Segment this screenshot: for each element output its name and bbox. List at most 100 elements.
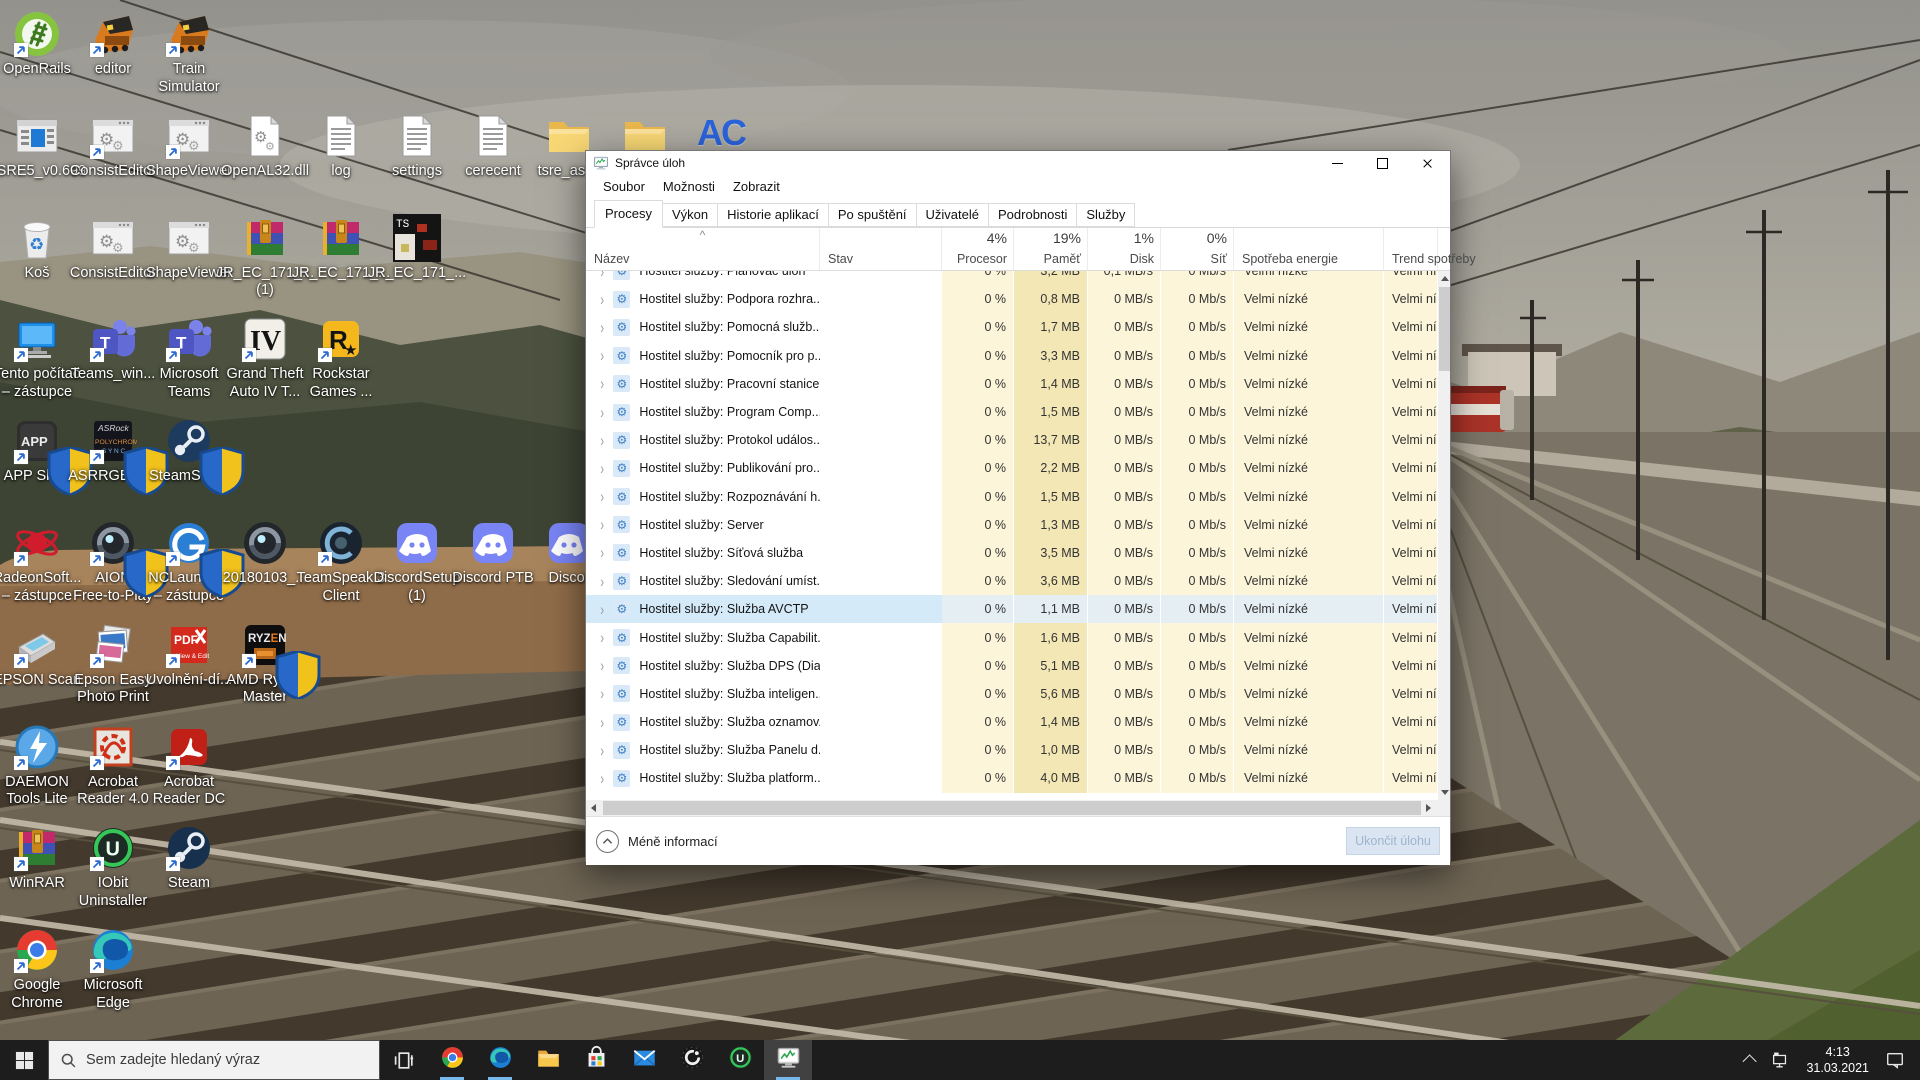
tab-podrobnosti[interactable]: Podrobnosti — [988, 203, 1077, 227]
process-name-cell[interactable]: › ⚙ Hostitel služby: Podpora rozhra... — [586, 285, 820, 313]
expand-chevron-icon[interactable]: › — [600, 346, 604, 365]
process-row[interactable]: › ⚙ Hostitel služby: Služba AVCTP 0 % 1,… — [586, 595, 1438, 623]
process-name-cell[interactable]: › ⚙ Hostitel služby: Publikování pro... — [586, 454, 820, 482]
taskbar-app-edge[interactable] — [476, 1040, 524, 1080]
horizontal-scrollbar[interactable] — [586, 800, 1450, 816]
column-header-spot-eba-energie[interactable]: Spotřeba energie — [1234, 228, 1384, 270]
scrollbar-thumb[interactable] — [1439, 287, 1450, 371]
process-row[interactable]: › ⚙ Hostitel služby: Služba Panelu d... … — [586, 736, 1438, 764]
process-row[interactable]: › ⚙ Hostitel služby: Protokol událos... … — [586, 426, 1438, 454]
expand-chevron-icon[interactable]: › — [600, 656, 604, 675]
expand-chevron-icon[interactable]: › — [600, 628, 604, 647]
tab-služby[interactable]: Služby — [1076, 203, 1135, 227]
taskbar-app-iobit-tb[interactable]: U — [716, 1040, 764, 1080]
desktop-icon-acrobat[interactable]: Acrobat Reader DC — [139, 723, 239, 809]
expand-chevron-icon[interactable]: › — [600, 600, 604, 619]
maximize-button[interactable] — [1360, 151, 1405, 175]
menu-soubor[interactable]: Soubor — [594, 177, 654, 196]
desktop-icon-steamsetup[interactable]: SteamSetup — [139, 417, 239, 486]
tab-po-spuštění[interactable]: Po spuštění — [828, 203, 917, 227]
process-row[interactable]: › ⚙ Hostitel služby: Plánovač úloh 0 % 3… — [586, 271, 1438, 285]
process-name-cell[interactable]: › ⚙ Hostitel služby: Rozpoznávání h... — [586, 483, 820, 511]
expand-chevron-icon[interactable]: › — [600, 318, 604, 337]
expand-chevron-icon[interactable]: › — [600, 685, 604, 704]
scroll-right-icon[interactable] — [1426, 804, 1431, 812]
process-name-cell[interactable]: › ⚙ Hostitel služby: Služba inteligen... — [586, 680, 820, 708]
process-name-cell[interactable]: › ⚙ Hostitel služby: Služba Panelu d... — [586, 736, 820, 764]
menu-mo-nosti[interactable]: Možnosti — [654, 177, 724, 196]
process-row[interactable]: › ⚙ Hostitel služby: Rozpoznávání h... 0… — [586, 483, 1438, 511]
desktop-icon-train[interactable]: Train Simulator — [139, 10, 239, 96]
process-name-cell[interactable]: › ⚙ Hostitel služby: Pomocník pro p... — [586, 342, 820, 370]
expand-chevron-icon[interactable]: › — [600, 459, 604, 478]
desktop-icon-amd-ryzen[interactable]: RYZENAMD Ryzen Master — [215, 621, 315, 707]
expand-chevron-icon[interactable]: › — [600, 769, 604, 788]
tab-historie-aplikací[interactable]: Historie aplikací — [717, 203, 829, 227]
expand-chevron-icon[interactable]: › — [600, 572, 604, 591]
hscrollbar-thumb[interactable] — [603, 801, 1421, 815]
process-row[interactable]: › ⚙ Hostitel služby: Publikování pro... … — [586, 454, 1438, 482]
action-center-button[interactable] — [1878, 1040, 1912, 1080]
process-name-cell[interactable]: › ⚙ Hostitel služby: Síťová služba — [586, 539, 820, 567]
process-name-cell[interactable]: › ⚙ Hostitel služby: Program Comp... — [586, 398, 820, 426]
process-name-cell[interactable]: › ⚙ Hostitel služby: Sledování umíst... — [586, 567, 820, 595]
expand-chevron-icon[interactable]: › — [600, 403, 604, 422]
vertical-scrollbar[interactable] — [1438, 271, 1450, 800]
taskbar-app-gauge[interactable] — [668, 1040, 716, 1080]
process-row[interactable]: › ⚙ Hostitel služby: Program Comp... 0 %… — [586, 398, 1438, 426]
menu-zobrazit[interactable]: Zobrazit — [724, 177, 789, 196]
close-button[interactable] — [1405, 151, 1450, 175]
column-header-s-[interactable]: 0%Síť — [1161, 228, 1234, 270]
desktop-icon-steam[interactable]: Steam — [139, 824, 239, 893]
column-header-procesor[interactable]: 4%Procesor — [942, 228, 1014, 270]
taskbar-app-store[interactable] — [572, 1040, 620, 1080]
desktop-icon-microsoft[interactable]: Microsoft Edge — [63, 926, 163, 1012]
network-tray-button[interactable] — [1763, 1040, 1797, 1080]
column-header-stav[interactable]: Stav — [820, 228, 942, 270]
minimize-button[interactable] — [1315, 151, 1360, 175]
expand-chevron-icon[interactable]: › — [600, 271, 604, 280]
expand-chevron-icon[interactable]: › — [600, 741, 604, 760]
tab-výkon[interactable]: Výkon — [662, 203, 718, 227]
process-row[interactable]: › ⚙ Hostitel služby: Server 0 % 1,3 MB 0… — [586, 511, 1438, 539]
process-row[interactable]: › ⚙ Hostitel služby: Sledování umíst... … — [586, 567, 1438, 595]
process-name-cell[interactable]: › ⚙ Hostitel služby: Služba oznamov... — [586, 708, 820, 736]
title-bar[interactable]: Správce úloh — [586, 151, 1450, 175]
taskbar-app-chrome[interactable] — [428, 1040, 476, 1080]
desktop-icon-jr-ec-171[interactable]: TSJR_EC_171_... — [367, 214, 467, 283]
process-name-cell[interactable]: › ⚙ Hostitel služby: Služba AVCTP — [586, 595, 820, 623]
process-name-cell[interactable]: › ⚙ Hostitel služby: Služba platform... — [586, 764, 820, 792]
process-row[interactable]: › ⚙ Hostitel služby: Pomocník pro p... 0… — [586, 342, 1438, 370]
tray-expand-button[interactable] — [1739, 1040, 1763, 1080]
scroll-left-icon[interactable] — [591, 804, 596, 812]
process-name-cell[interactable]: › ⚙ Hostitel služby: Služba DPS (Dia... — [586, 652, 820, 680]
taskbar-app-mail[interactable] — [620, 1040, 668, 1080]
process-row[interactable]: › ⚙ Hostitel služby: Podpora rozhra... 0… — [586, 285, 1438, 313]
expand-chevron-icon[interactable]: › — [600, 713, 604, 732]
process-row[interactable]: › ⚙ Hostitel služby: Služba DPS (Dia... … — [586, 652, 1438, 680]
end-task-button[interactable]: Ukončit úlohu — [1346, 827, 1440, 855]
expand-chevron-icon[interactable]: › — [600, 515, 604, 534]
scroll-down-icon[interactable] — [1441, 790, 1449, 795]
process-name-cell[interactable]: › ⚙ Hostitel služby: Plánovač úloh — [586, 271, 820, 285]
process-row[interactable]: › ⚙ Hostitel služby: Služba Capabilit...… — [586, 623, 1438, 651]
desktop-icon-rockstar[interactable]: R★Rockstar Games ... — [291, 315, 391, 401]
expand-chevron-icon[interactable]: › — [600, 487, 604, 506]
column-header-pam-[interactable]: 19%Paměť — [1014, 228, 1088, 270]
column-header-nazev[interactable]: ^Název — [586, 228, 820, 270]
task-view-button[interactable] — [380, 1040, 428, 1080]
process-row[interactable]: › ⚙ Hostitel služby: Pomocná služb... 0 … — [586, 313, 1438, 341]
column-header-trend-spot-eby[interactable]: Trend spotřeby — [1384, 228, 1438, 270]
process-name-cell[interactable]: › ⚙ Hostitel služby: Služba Capabilit... — [586, 623, 820, 651]
process-name-cell[interactable]: › ⚙ Hostitel služby: Server — [586, 511, 820, 539]
start-button[interactable] — [0, 1040, 48, 1080]
taskbar-app-explorer[interactable] — [524, 1040, 572, 1080]
process-row[interactable]: › ⚙ Hostitel služby: Služba platform... … — [586, 764, 1438, 792]
process-name-cell[interactable]: › ⚙ Hostitel služby: Protokol událos... — [586, 426, 820, 454]
process-row[interactable]: › ⚙ Hostitel služby: Síťová služba 0 % 3… — [586, 539, 1438, 567]
process-row[interactable]: › ⚙ Hostitel služby: Služba oznamov... 0… — [586, 708, 1438, 736]
process-row[interactable]: › ⚙ Hostitel služby: Služba inteligen...… — [586, 680, 1438, 708]
clock[interactable]: 4:13 31.03.2021 — [1797, 1044, 1878, 1077]
scroll-up-icon[interactable] — [1441, 276, 1449, 281]
expand-chevron-icon[interactable]: › — [600, 290, 604, 309]
